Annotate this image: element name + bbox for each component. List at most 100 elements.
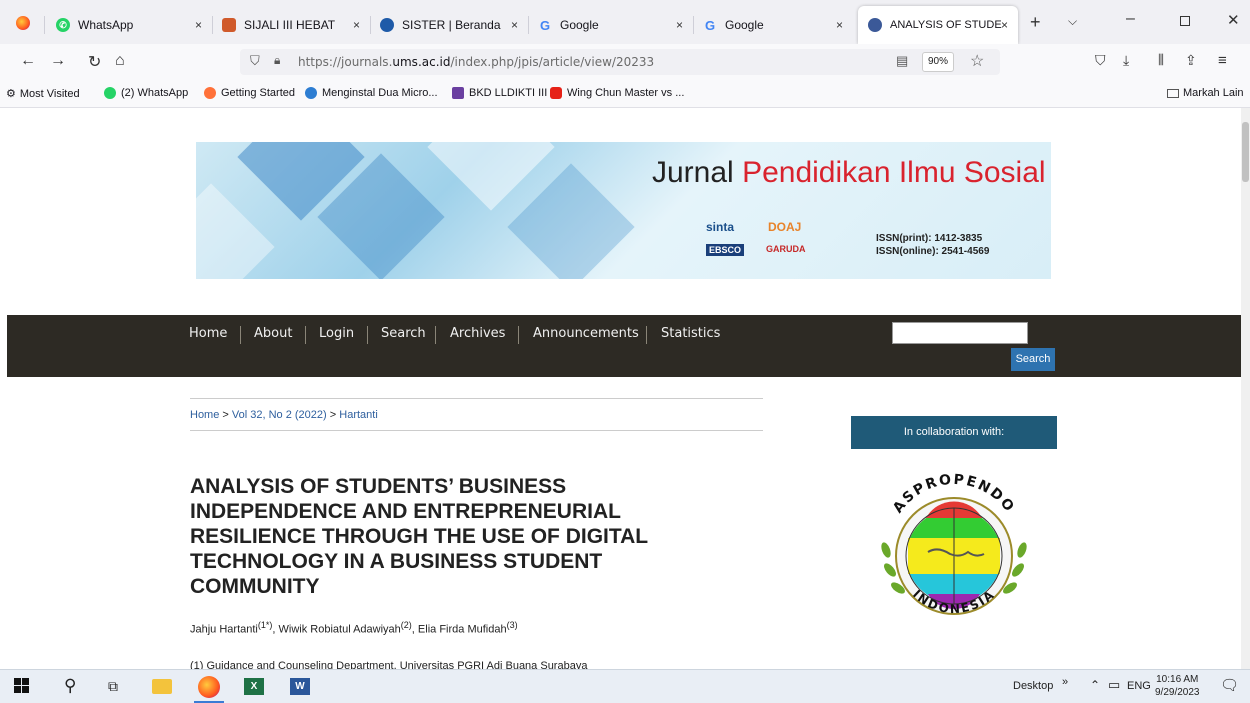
windows-start-icon[interactable] xyxy=(14,678,29,693)
bookmark-getting-started[interactable]: Getting Started xyxy=(204,87,295,99)
breadcrumb: Home > Vol 32, No 2 (2022) > Hartanti xyxy=(190,398,763,431)
clock-time: 10:16 AM xyxy=(1156,674,1199,685)
google-icon: G xyxy=(704,17,716,33)
firefox-taskbar-icon[interactable] xyxy=(198,676,220,698)
tab-sister[interactable]: SISTER | Beranda × xyxy=(370,6,528,44)
notification-icon[interactable]: 🗨︎ xyxy=(1220,676,1239,694)
network-icon[interactable]: ▭ xyxy=(1108,677,1120,693)
tab-label: Google xyxy=(725,18,764,32)
bookmark-bkd-lldikti[interactable]: BKD LLDIKTI III xyxy=(452,87,547,99)
zoom-indicator[interactable]: 90% xyxy=(922,52,954,72)
tab-article-active[interactable]: ANALYSIS OF STUDEN × xyxy=(858,6,1018,44)
breadcrumb-current[interactable]: Hartanti xyxy=(339,409,378,421)
nav-announcements[interactable]: Announcements xyxy=(533,326,639,341)
youtube-icon xyxy=(550,87,562,99)
tab-list-chevron-icon[interactable]: ⌵ xyxy=(1068,14,1077,29)
close-icon[interactable]: × xyxy=(836,18,843,32)
close-icon[interactable]: × xyxy=(511,18,518,32)
back-icon[interactable]: ← xyxy=(20,52,36,70)
firefox-menu-icon[interactable] xyxy=(16,16,30,30)
tab-google-1[interactable]: G Google × xyxy=(528,6,693,44)
task-view-icon[interactable]: ⧉ xyxy=(108,678,118,695)
search-icon[interactable]: ⚲ xyxy=(64,676,76,696)
close-icon[interactable]: × xyxy=(195,18,202,32)
page-scrollbar[interactable] xyxy=(1241,108,1250,669)
sinta-logo: sinta xyxy=(706,220,735,234)
collaboration-heading: In collaboration with: xyxy=(851,416,1057,449)
globe-icon xyxy=(305,87,317,99)
new-tab-button[interactable]: + xyxy=(1030,12,1041,33)
breadcrumb-home[interactable]: Home xyxy=(190,409,219,421)
bookmark-label: Markah Lain xyxy=(1183,87,1244,99)
navigation-toolbar: ← → ↻ ⌂ ⛉ 🔒︎ https://journals.ums.ac.id/… xyxy=(0,44,1250,80)
word-icon[interactable]: W xyxy=(290,678,310,695)
bookmark-other-folder[interactable]: Markah Lain xyxy=(1167,87,1244,99)
author-name: Wiwik Robiatul Adawiyah xyxy=(278,623,401,636)
excel-icon[interactable]: X xyxy=(244,678,264,695)
downloads-icon[interactable]: ⤓ xyxy=(1123,52,1129,69)
close-icon[interactable]: × xyxy=(353,18,360,32)
file-explorer-icon[interactable] xyxy=(152,679,172,694)
issn-print: ISSN(print): 1412-3835 xyxy=(876,233,983,244)
tab-sijali[interactable]: SIJALI III HEBAT × xyxy=(212,6,370,44)
address-bar[interactable]: ⛉ 🔒︎ https://journals.ums.ac.id/index.ph… xyxy=(240,49,1000,75)
share-icon[interactable]: ⇪ xyxy=(1185,52,1197,69)
reader-view-icon[interactable]: ▤ xyxy=(896,53,908,69)
nav-statistics[interactable]: Statistics xyxy=(661,326,720,341)
url-text[interactable]: https://journals.ums.ac.id/index.php/jpi… xyxy=(298,55,654,69)
bookmark-whatsapp[interactable]: (2) WhatsApp xyxy=(104,87,188,99)
bookmark-wing-chun[interactable]: Wing Chun Master vs ... xyxy=(550,87,684,99)
lock-icon[interactable]: 🔒︎ xyxy=(274,53,284,67)
pocket-icon[interactable]: ⛉ xyxy=(1095,52,1106,69)
library-icon[interactable]: ⫼ xyxy=(1158,52,1164,68)
search-input[interactable] xyxy=(892,322,1028,344)
journal-title: Jurnal Pendidikan Ilmu Sosial xyxy=(652,156,1046,189)
reload-icon[interactable]: ↻ xyxy=(88,52,101,72)
search-button[interactable]: Search xyxy=(1011,348,1055,371)
close-icon[interactable]: × xyxy=(1001,18,1008,32)
issn-info: ISSN(print): 1412-3835 ISSN(online): 254… xyxy=(876,232,989,258)
folder-icon xyxy=(1167,88,1179,98)
toolbar-overflow-chevron[interactable]: » xyxy=(1062,676,1068,688)
bookmark-menginstal[interactable]: Menginstal Dua Micro... xyxy=(305,87,438,99)
home-icon[interactable]: ⌂ xyxy=(115,52,125,70)
whatsapp-icon xyxy=(104,87,116,99)
aspropendo-logo: ASPROPENDO INDONESIA xyxy=(868,460,1040,640)
nav-about[interactable]: About xyxy=(254,326,292,341)
tab-label: WhatsApp xyxy=(78,18,134,32)
hamburger-menu-icon[interactable]: ≡ xyxy=(1218,52,1227,69)
tab-google-2[interactable]: G Google × xyxy=(693,6,853,44)
breadcrumb-issue[interactable]: Vol 32, No 2 (2022) xyxy=(232,409,327,421)
tab-label: ANALYSIS OF STUDEN xyxy=(890,19,1002,31)
close-window-button[interactable]: ✕ xyxy=(1227,11,1240,29)
bookmark-star-icon[interactable]: ☆ xyxy=(970,51,984,71)
minimize-button[interactable]: – xyxy=(1126,10,1135,28)
nav-search[interactable]: Search xyxy=(381,326,426,341)
author-marker: (3) xyxy=(506,620,518,630)
system-clock[interactable]: 10:16 AM 9/29/2023 xyxy=(1155,673,1200,699)
bookmark-most-visited[interactable]: ⚙ Most Visited xyxy=(6,87,80,101)
forward-icon[interactable]: → xyxy=(50,52,66,70)
restore-button[interactable] xyxy=(1180,16,1190,26)
nav-home[interactable]: Home xyxy=(189,326,227,341)
shield-icon[interactable]: ⛉ xyxy=(250,53,260,69)
garuda-logo: GARUDA xyxy=(766,244,806,254)
scrollbar-thumb[interactable] xyxy=(1242,122,1249,182)
nav-login[interactable]: Login xyxy=(319,326,354,341)
close-icon[interactable]: × xyxy=(676,18,683,32)
author-marker: (1*) xyxy=(257,620,273,630)
tab-label: SISTER | Beranda xyxy=(402,18,501,32)
desktop-toolbar[interactable]: Desktop xyxy=(1013,680,1053,692)
tray-up-arrow-icon[interactable]: ⌃ xyxy=(1090,678,1100,692)
author-name: Jahju Hartanti xyxy=(190,623,258,636)
tab-whatsapp[interactable]: ✆ WhatsApp × xyxy=(46,6,212,44)
bookmarks-toolbar: ⚙ Most Visited (2) WhatsApp Getting Start… xyxy=(0,80,1250,108)
journal-banner: Jurnal Pendidikan Ilmu Sosial sinta DOAJ… xyxy=(196,142,1051,279)
language-indicator[interactable]: ENG xyxy=(1127,680,1151,692)
sister-icon xyxy=(380,18,394,32)
ebsco-logo: EBSCO xyxy=(706,244,745,256)
bookmark-label: Most Visited xyxy=(19,87,80,100)
nav-archives[interactable]: Archives xyxy=(450,326,505,341)
firefox-icon xyxy=(204,87,216,99)
gear-icon: ⚙ xyxy=(6,88,16,100)
